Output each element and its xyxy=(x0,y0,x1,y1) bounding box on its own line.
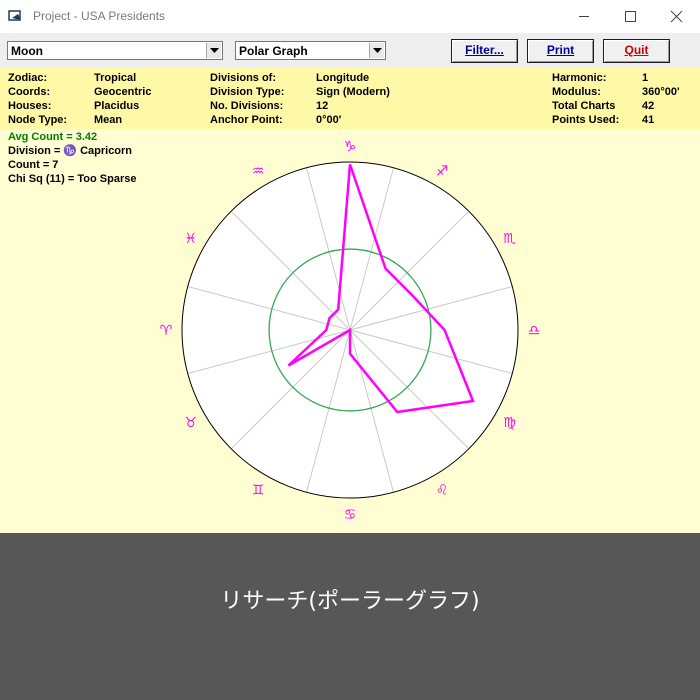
count-text: Count = 7 xyxy=(8,159,59,171)
avg-count-text: Avg Count = 3.42 xyxy=(8,131,98,143)
caption: リサーチ(ポーラーグラフ) xyxy=(220,589,480,614)
application-window: Project - USA Presidents Moon Polar Grap… xyxy=(0,0,700,533)
division-text: Division = ♑ Capricorn xyxy=(8,145,133,157)
sign-glyph-sagittarius: ♐ xyxy=(436,164,449,180)
chi-sq-text: Chi Sq (11) = Too Sparse xyxy=(8,173,137,185)
sign-glyph-cancer: ♋ xyxy=(344,507,357,523)
sign-glyph-virgo: ♍ xyxy=(503,415,516,431)
sign-glyph-pisces: ♓ xyxy=(184,231,197,247)
sign-glyph-gemini: ♊ xyxy=(252,482,265,498)
sign-glyph-leo: ♌ xyxy=(436,482,449,498)
sign-glyph-aquarius: ♒ xyxy=(252,164,265,180)
sign-glyph-taurus: ♉ xyxy=(184,415,197,431)
sign-glyph-libra: ♎ xyxy=(528,323,541,339)
sign-glyph-scorpio: ♏ xyxy=(503,231,516,247)
sign-glyph-aries: ♈ xyxy=(160,323,173,339)
sign-glyph-capricorn: ♑ xyxy=(344,139,357,155)
polar-graph: ♈ ♉ ♊ ♋ ♌ ♍ ♎ ♏ ♐ ♑ ♒ ♓ xyxy=(160,139,541,523)
